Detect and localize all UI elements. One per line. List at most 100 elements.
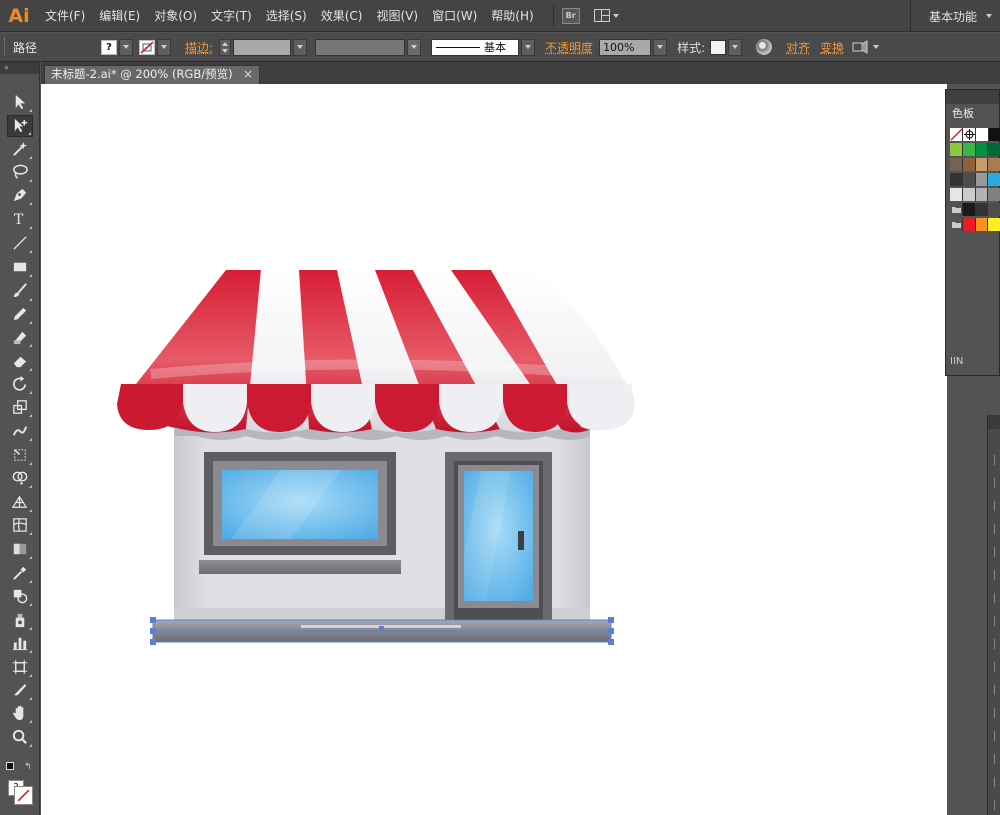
lasso-tool[interactable]	[7, 161, 33, 183]
registration-swatch[interactable]	[963, 128, 976, 141]
stroke-weight-dropdown[interactable]	[293, 39, 307, 56]
perspective-grid-tool[interactable]	[7, 491, 33, 513]
stroke-label[interactable]: 描边:	[185, 39, 213, 56]
collapsed-panel[interactable]	[987, 415, 1000, 815]
color-swatch[interactable]	[950, 158, 963, 171]
mesh-tool[interactable]	[7, 514, 33, 536]
selection-handle[interactable]	[608, 628, 614, 634]
swap-colors-icon[interactable]: ↰	[24, 762, 32, 772]
menu-item[interactable]: 编辑(E)	[92, 0, 147, 32]
width-profile-dropdown[interactable]	[407, 39, 421, 56]
color-swatch[interactable]	[963, 143, 976, 156]
selection-handle[interactable]	[608, 617, 614, 623]
eyedropper-tool[interactable]	[7, 562, 33, 584]
color-swatch[interactable]	[988, 158, 1000, 171]
scale-tool[interactable]	[7, 396, 33, 418]
close-icon[interactable]: ×	[243, 66, 253, 83]
control-bar-grip[interactable]	[4, 38, 8, 56]
color-swatch[interactable]	[950, 173, 963, 186]
stroke-swatch[interactable]	[139, 40, 155, 55]
pencil-tool[interactable]	[7, 303, 33, 325]
workspace-switcher[interactable]: 基本功能	[910, 0, 1000, 32]
menu-item[interactable]: 窗口(W)	[425, 0, 484, 32]
color-swatch[interactable]	[988, 173, 1000, 186]
eraser-tool[interactable]	[7, 350, 33, 372]
zoom-tool[interactable]	[7, 726, 33, 748]
selection-handle[interactable]	[608, 639, 614, 645]
warp-tool[interactable]	[7, 420, 33, 442]
color-swatch[interactable]	[963, 188, 976, 201]
color-swatch[interactable]	[988, 203, 1000, 216]
stroke-dropdown[interactable]	[157, 39, 171, 56]
artboard-tool[interactable]	[7, 656, 33, 678]
opacity-label[interactable]: 不透明度	[545, 39, 593, 56]
symbol-sprayer-tool[interactable]	[7, 609, 33, 631]
free-transform-tool[interactable]	[7, 444, 33, 466]
swatches-panel-header[interactable]	[946, 90, 999, 104]
bridge-button[interactable]: Br	[562, 8, 580, 24]
color-swatch[interactable]	[976, 203, 989, 216]
blend-tool[interactable]	[7, 585, 33, 607]
selection-handle[interactable]	[150, 617, 156, 623]
column-graph-tool[interactable]	[7, 632, 33, 654]
color-swatch[interactable]	[988, 143, 1000, 156]
color-swatch[interactable]	[988, 218, 1000, 231]
brush-definition-dropdown[interactable]	[521, 39, 535, 56]
selection-handle[interactable]	[379, 626, 384, 631]
recolor-artwork-icon[interactable]	[756, 39, 772, 55]
swatch-group-folder-icon[interactable]	[950, 203, 963, 216]
color-swatch[interactable]	[976, 218, 989, 231]
color-swatch[interactable]	[950, 188, 963, 201]
color-swatch[interactable]	[976, 143, 989, 156]
gradient-tool[interactable]	[7, 538, 33, 560]
document-tab[interactable]: 未标题-2.ai* @ 200% (RGB/预览) ×	[44, 65, 260, 84]
blob-brush-tool[interactable]	[7, 326, 33, 348]
fill-stroke-indicator[interactable]: ↰ ?	[4, 762, 36, 810]
menu-item[interactable]: 效果(C)	[314, 0, 370, 32]
paintbrush-tool[interactable]	[7, 280, 33, 302]
color-swatch[interactable]	[950, 143, 963, 156]
opacity-field[interactable]: 100%	[599, 39, 651, 56]
menu-item[interactable]: 对象(O)	[147, 0, 204, 32]
menu-item[interactable]: 帮助(H)	[484, 0, 540, 32]
direct-selection-tool[interactable]	[7, 115, 33, 137]
swatches-tab[interactable]: 色板	[948, 105, 980, 123]
artboard-canvas[interactable]	[41, 84, 947, 815]
default-colors-icon[interactable]	[6, 762, 14, 770]
color-swatch[interactable]	[976, 173, 989, 186]
color-swatch[interactable]	[963, 173, 976, 186]
selection-tool[interactable]	[7, 91, 33, 113]
swatch-group-folder-icon[interactable]	[950, 218, 963, 231]
line-segment-tool[interactable]	[7, 232, 33, 254]
swatch-libraries-menu[interactable]: IIN	[950, 356, 963, 367]
menu-item[interactable]: 文字(T)	[204, 0, 259, 32]
stroke-weight-field[interactable]	[233, 39, 291, 56]
color-swatch[interactable]	[963, 218, 976, 231]
arrange-documents-button[interactable]	[594, 7, 624, 25]
transform-label[interactable]: 变换	[820, 39, 844, 56]
menu-item[interactable]: 文件(F)	[38, 0, 92, 32]
type-tool[interactable]: T	[7, 208, 33, 230]
color-swatch[interactable]	[989, 128, 1000, 141]
color-swatch[interactable]	[963, 203, 976, 216]
color-swatch[interactable]	[963, 158, 976, 171]
hand-tool[interactable]	[7, 702, 33, 724]
tools-panel-header[interactable]: »	[0, 62, 39, 74]
align-label[interactable]: 对齐	[786, 39, 810, 56]
shape-builder-tool[interactable]	[7, 467, 33, 489]
selection-handle[interactable]	[150, 628, 156, 634]
collapsed-panel-header[interactable]	[988, 415, 1000, 429]
magic-wand-tool[interactable]	[7, 138, 33, 160]
color-swatch[interactable]	[976, 158, 989, 171]
menu-item[interactable]: 视图(V)	[369, 0, 425, 32]
graphic-style-swatch[interactable]	[710, 40, 726, 55]
fill-dropdown[interactable]	[119, 39, 133, 56]
none-swatch[interactable]	[950, 128, 963, 141]
selection-handle[interactable]	[150, 639, 156, 645]
isolate-object-icon[interactable]	[852, 40, 868, 54]
stroke-weight-stepper[interactable]	[219, 39, 231, 56]
pen-tool[interactable]	[7, 184, 33, 206]
color-swatch[interactable]	[976, 128, 989, 141]
chevron-down-icon[interactable]	[873, 45, 879, 49]
rotate-tool[interactable]	[7, 373, 33, 395]
